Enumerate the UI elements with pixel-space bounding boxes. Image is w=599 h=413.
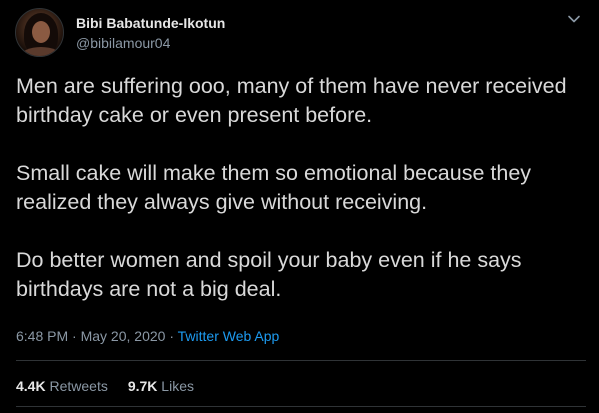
retweets-stat[interactable]: 4.4K Retweets <box>16 377 108 395</box>
tweet-source[interactable]: Twitter Web App <box>178 328 280 344</box>
tweet: Bibi Babatunde-Ikotun @bibilamour04 Men … <box>0 0 599 413</box>
user-names: Bibi Babatunde-Ikotun @bibilamour04 <box>76 14 225 52</box>
likes-count: 9.7K <box>127 378 158 394</box>
chevron-down-icon[interactable] <box>567 12 581 26</box>
meta-separator: · <box>72 328 77 344</box>
divider <box>16 360 586 361</box>
retweets-label: Retweets <box>49 378 108 394</box>
avatar-face <box>32 21 50 43</box>
likes-label: Likes <box>161 378 194 394</box>
tweet-paragraph-1: Men are suffering ooo, many of them have… <box>16 74 567 127</box>
tweet-stats: 4.4K Retweets 9.7K Likes <box>16 377 214 395</box>
tweet-date[interactable]: May 20, 2020 <box>81 328 166 344</box>
tweet-time[interactable]: 6:48 PM <box>16 328 68 344</box>
avatar-shoulder <box>20 47 62 56</box>
avatar[interactable] <box>15 8 64 57</box>
likes-stat[interactable]: 9.7K Likes <box>128 377 194 395</box>
tweet-meta: 6:48 PM · May 20, 2020 · Twitter Web App <box>16 327 279 345</box>
retweets-count: 4.4K <box>16 378 46 394</box>
display-name[interactable]: Bibi Babatunde-Ikotun <box>76 14 225 32</box>
tweet-paragraph-2: Small cake will make them so emotional b… <box>16 161 532 214</box>
tweet-text: Men are suffering ooo, many of them have… <box>16 72 586 304</box>
tweet-paragraph-3: Do better women and spoil your baby even… <box>16 248 522 301</box>
tweet-header: Bibi Babatunde-Ikotun @bibilamour04 <box>15 8 225 57</box>
user-handle[interactable]: @bibilamour04 <box>76 34 225 52</box>
meta-separator: · <box>169 328 174 344</box>
divider <box>16 406 586 407</box>
